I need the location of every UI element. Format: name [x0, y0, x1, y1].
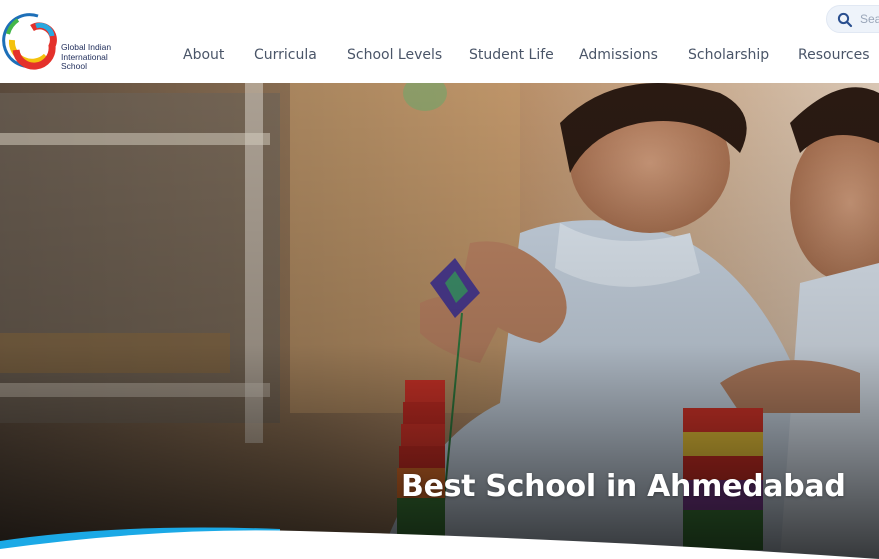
site-logo[interactable]: Global Indian International School	[2, 10, 122, 72]
nav-item-scholarship[interactable]: Scholarship	[688, 47, 769, 63]
logo-mark-icon	[2, 13, 57, 70]
logo-line-3: School	[61, 61, 87, 71]
search-input[interactable]	[860, 10, 879, 28]
nav-item-resources[interactable]: Resources	[798, 47, 870, 63]
logo-text: Global Indian International School	[61, 42, 111, 72]
nav-item-admissions[interactable]: Admissions	[579, 47, 658, 63]
search-icon[interactable]	[837, 12, 853, 28]
nav-item-about[interactable]: About	[183, 47, 224, 63]
search-box[interactable]	[826, 5, 879, 33]
site-header: Global Indian International School About…	[0, 0, 879, 83]
hero-wave-divider	[0, 527, 879, 559]
hero-banner: Best School in Ahmedabad	[0, 83, 879, 559]
nav-item-student-life[interactable]: Student Life	[469, 47, 554, 63]
nav-item-school-levels[interactable]: School Levels	[347, 47, 442, 63]
hero-title: Best School in Ahmedabad	[401, 469, 846, 504]
nav-item-curricula[interactable]: Curricula	[254, 47, 317, 63]
